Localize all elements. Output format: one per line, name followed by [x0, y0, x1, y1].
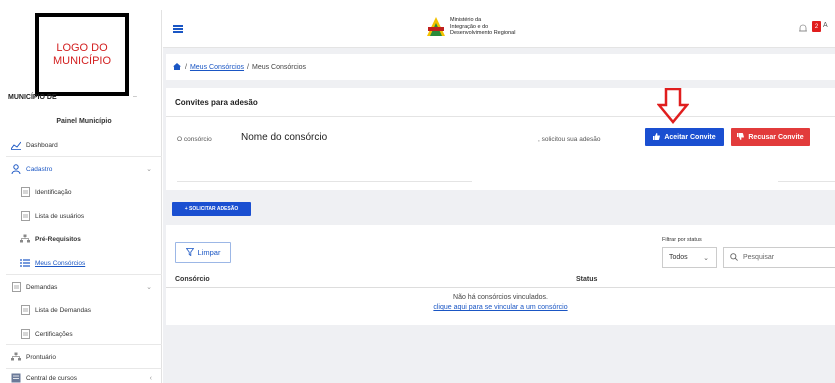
- user-icon: [11, 164, 21, 174]
- divider: [6, 274, 162, 275]
- document-icon: [20, 329, 30, 339]
- ministry-emblem-icon: [425, 16, 447, 38]
- sidebar-item-pre-requisitos[interactable]: Pré-Requisitos: [6, 230, 162, 248]
- sidebar-item-dashboard[interactable]: Dashboard: [6, 136, 162, 154]
- empty-state-message: Não há consórcios vinculados.: [453, 294, 548, 301]
- document-icon: [20, 187, 30, 197]
- logo-text: LOGO DO MUNICÍPIO: [52, 41, 112, 67]
- search-input[interactable]: Pesquisar: [723, 247, 835, 268]
- bell-icon[interactable]: [799, 24, 807, 35]
- sidebar-item-label: Identificação: [35, 188, 72, 196]
- sidebar-item-label: Meus Consórcios: [35, 259, 86, 267]
- consortium-name: Nome do consórcio: [241, 132, 328, 143]
- request-adhesion-button[interactable]: + SOLICITAR ADESÃO: [172, 202, 251, 216]
- invite-request-label: solicitou sua adesão: [541, 136, 601, 143]
- column-header-status: Status: [576, 276, 598, 283]
- filter-icon: [185, 247, 194, 258]
- status-filter-value: Todos: [669, 254, 688, 261]
- top-header: Ministério da Integração e do Desenvolvi…: [163, 10, 835, 48]
- sidebar-item-label: Central de cursos: [26, 374, 77, 382]
- breadcrumb-separator: /: [185, 63, 187, 71]
- ministry-name: Ministério da Integração e do Desenvolvi…: [450, 17, 516, 37]
- thumbs-up-icon: [653, 132, 661, 142]
- column-header-consortium: Consórcio: [175, 276, 210, 283]
- chart-line-icon: [11, 140, 21, 150]
- book-icon: [11, 373, 21, 383]
- divider: [166, 116, 835, 117]
- sidebar-item-label: Lista de usuários: [35, 212, 85, 220]
- municipality-dropdown-icon[interactable]: –: [133, 93, 137, 100]
- sidebar-item-certificacoes[interactable]: Certificações: [6, 325, 162, 343]
- sidebar-item-label: Demandas: [26, 283, 58, 291]
- clear-filters-label: Limpar: [197, 248, 221, 257]
- divider: [778, 181, 835, 182]
- breadcrumb-link[interactable]: Meus Consórcios: [190, 64, 244, 71]
- municipality-name: MUNICÍPIO DE: [8, 94, 57, 101]
- chevron-down-icon: ⌄: [146, 166, 152, 173]
- sidebar: LOGO DO MUNICÍPIO MUNICÍPIO DE – Painel …: [6, 10, 162, 383]
- document-icon: [11, 282, 21, 292]
- document-icon: [20, 305, 30, 315]
- sidebar-item-lista-usuarios[interactable]: Lista de usuários: [6, 207, 162, 225]
- breadcrumb-separator: /: [247, 63, 249, 71]
- accept-invite-button[interactable]: Aceitar Convite: [645, 128, 724, 146]
- sidebar-item-label: Dashboard: [26, 141, 58, 149]
- breadcrumb: / Meus Consórcios / Meus Consórcios: [166, 54, 835, 80]
- sidebar-item-label: Prontuário: [26, 353, 56, 361]
- breadcrumb-current: Meus Consórcios: [251, 63, 307, 71]
- table-header: Consórcio Status: [166, 273, 835, 288]
- municipality-logo: LOGO DO MUNICÍPIO: [35, 13, 129, 96]
- consortium-list-card: Limpar Filtrar por status Todos ⌄ Pesqui…: [166, 225, 835, 325]
- invite-row-label: O consórcio: [177, 136, 212, 143]
- chevron-left-icon: ‹: [149, 374, 152, 382]
- sidebar-item-label: Cadastro: [26, 165, 53, 173]
- refuse-invite-label: Recusar Convite: [748, 133, 804, 141]
- invite-request-text: , solicitou sua adesão: [538, 136, 601, 143]
- chevron-down-icon: ⌄: [146, 284, 152, 291]
- menu-icon[interactable]: [173, 25, 183, 33]
- divider: [6, 344, 162, 345]
- arrow-down-icon: [657, 88, 689, 124]
- sidebar-item-cadastro[interactable]: Cadastro ⌄: [6, 160, 162, 178]
- sitemap-icon: [11, 352, 21, 362]
- sidebar-item-central-cursos[interactable]: Central de cursos ‹: [6, 369, 162, 383]
- thumbs-down-icon: [737, 132, 745, 142]
- invites-card: Convites para adesão O consórcio Nome do…: [166, 88, 835, 190]
- status-filter-select[interactable]: Todos ⌄: [662, 247, 717, 268]
- search-placeholder: Pesquisar: [743, 254, 775, 261]
- invites-title: Convites para adesão: [175, 98, 258, 107]
- clear-filters-button[interactable]: Limpar: [175, 242, 231, 263]
- sidebar-item-meus-consorcios[interactable]: Meus Consórcios: [6, 254, 162, 272]
- link-consortium-link[interactable]: clique aqui para se vincular a um consór…: [166, 304, 835, 311]
- sitemap-icon: [20, 234, 30, 244]
- divider: [177, 181, 472, 182]
- refuse-invite-button[interactable]: Recusar Convite: [731, 128, 810, 146]
- search-icon: [730, 252, 738, 263]
- divider: [6, 156, 162, 157]
- sidebar-item-identificacao[interactable]: Identificação: [6, 183, 162, 201]
- sidebar-item-label: Lista de Demandas: [35, 306, 92, 314]
- status-filter-label: Filtrar por status: [662, 237, 702, 243]
- document-icon: [20, 211, 30, 221]
- sidebar-item-demandas[interactable]: Demandas ⌄: [6, 278, 162, 296]
- accept-invite-label: Aceitar Convite: [664, 133, 716, 141]
- user-avatar[interactable]: A: [823, 22, 828, 29]
- notification-badge[interactable]: 2: [812, 21, 821, 32]
- chevron-down-icon: ⌄: [703, 254, 709, 262]
- sidebar-item-label: Pré-Requisitos: [35, 235, 81, 243]
- list-icon: [20, 258, 30, 268]
- sidebar-item-lista-demandas[interactable]: Lista de Demandas: [6, 301, 162, 319]
- panel-title: Painel Município: [56, 118, 112, 125]
- sidebar-item-label: Certificações: [35, 330, 73, 338]
- ministry-logo: Ministério da Integração e do Desenvolvi…: [425, 16, 515, 38]
- home-icon[interactable]: [173, 62, 181, 72]
- sidebar-item-prontuario[interactable]: Prontuário: [6, 348, 162, 366]
